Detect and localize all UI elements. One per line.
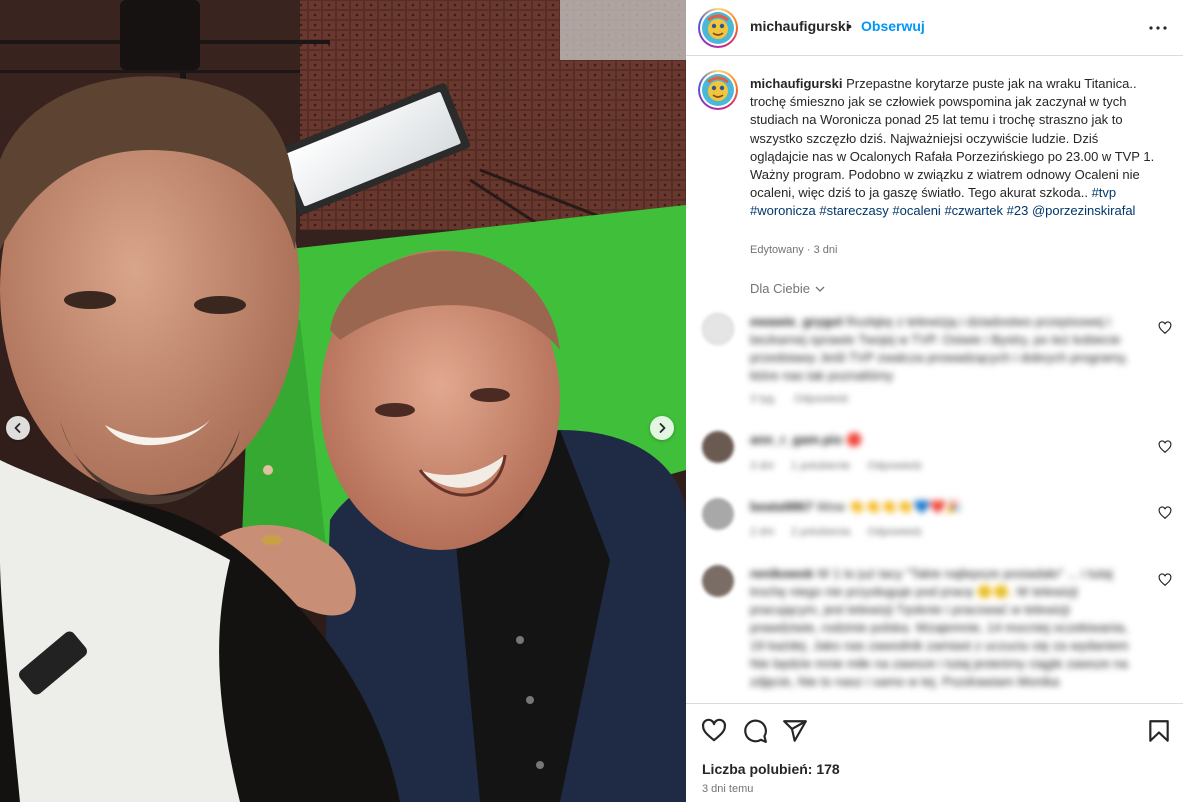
hashtag-link[interactable]: #czwartek [944,203,1003,218]
comment-text: Wow 👏👏👏👏💙❤️🎉 [816,499,963,514]
avatar-image [702,74,734,106]
hashtag-link[interactable]: #woronicza [750,203,816,218]
hashtag-link[interactable]: #23 [1007,203,1029,218]
author-avatar[interactable] [698,8,738,48]
edited-timestamp: Edytowany · 3 dni [750,244,838,256]
hashtag-link[interactable]: #tvp [1092,185,1117,200]
hashtag-link[interactable]: #ocaleni [892,203,940,218]
commenter-avatar[interactable] [702,498,734,530]
comment-like-icon[interactable] [1158,573,1172,587]
comment-sort-dropdown[interactable]: Dla Ciebie [750,281,826,296]
heart-icon[interactable] [701,718,727,744]
separator-dot: • [847,18,852,34]
follow-button[interactable]: Obserwuj [861,18,925,34]
post-caption: michaufigurski Przepastne korytarze pust… [750,75,1160,221]
commenter-username[interactable]: ewawie_grygol [750,314,842,329]
commenter-avatar[interactable] [702,313,734,345]
comment-text: W 1 to już tacy "Takie najlepsze posiada… [750,566,1129,689]
more-options-icon[interactable] [1146,16,1170,40]
commenter-username[interactable]: beata9867 [750,499,813,514]
reply-button[interactable]: Odpowiedz [794,393,849,405]
photo-scene [0,0,686,802]
post-side-panel: michaufigurski • Obserwuj michaufigurski… [686,0,1183,802]
comment-like-icon[interactable] [1158,440,1172,454]
caption-username[interactable]: michaufigurski [750,76,842,91]
comment-likes[interactable]: 1 polubienie [791,460,850,472]
comment-like-icon[interactable] [1158,506,1172,520]
commenter-username[interactable]: ann_r_gam.pio [750,432,842,447]
chevron-down-icon [815,286,825,292]
comment-likes[interactable]: 2 polubienia [791,526,850,538]
comment-time: 3 dni [750,460,774,472]
avatar-image [702,12,734,44]
post-actions: Liczba polubień: 178 3 dni temu [686,703,1183,802]
post-header: michaufigurski • Obserwuj [686,0,1183,56]
comment-body: renikowsk W 1 to już tacy "Takie najleps… [750,565,1140,691]
post-timestamp[interactable]: 3 dni temu [702,783,753,795]
chevron-left-icon [14,423,21,433]
comment-text: 🔴 [846,432,863,447]
comment-time: 3 tyg. [750,393,777,405]
reply-button[interactable]: Odpowiedz [867,460,922,472]
commenter-username[interactable]: renikowsk [750,566,814,581]
comment-body: ewawie_grygol Rozłąkę z telewizją i dzia… [750,313,1140,385]
post-photo[interactable] [0,0,686,802]
comment-meta: 3 dni 1 polubienie Odpowiedz [750,460,936,472]
bookmark-icon[interactable] [1146,718,1172,744]
comment-sort-label: Dla Ciebie [750,281,810,296]
comment-body: ann_r_gam.pio 🔴 [750,431,1140,449]
likes-count[interactable]: Liczba polubień: 178 [702,761,840,777]
comment-meta: 2 dni 2 polubienia Odpowiedz [750,526,936,538]
comment-icon[interactable] [742,718,768,744]
reply-button[interactable]: Odpowiedz [867,526,922,538]
comment-meta: 3 tyg. Odpowiedz [750,393,863,405]
next-photo-button[interactable] [650,416,674,440]
send-icon[interactable] [782,718,808,744]
comment-like-icon[interactable] [1158,321,1172,335]
previous-photo-button[interactable] [6,416,30,440]
hashtag-link[interactable]: #stareczasy [819,203,888,218]
mention-link[interactable]: @porzezinskirafal [1032,203,1136,218]
author-username[interactable]: michaufigurski [750,18,850,34]
caption-author-avatar[interactable] [698,70,738,110]
comment-body: beata9867 Wow 👏👏👏👏💙❤️🎉 [750,498,1140,516]
commenter-avatar[interactable] [702,431,734,463]
caption-text: Przepastne korytarze puste jak na wraku … [750,76,1155,201]
chevron-right-icon [659,423,666,433]
commenter-avatar[interactable] [702,565,734,597]
comment-time: 2 dni [750,526,774,538]
